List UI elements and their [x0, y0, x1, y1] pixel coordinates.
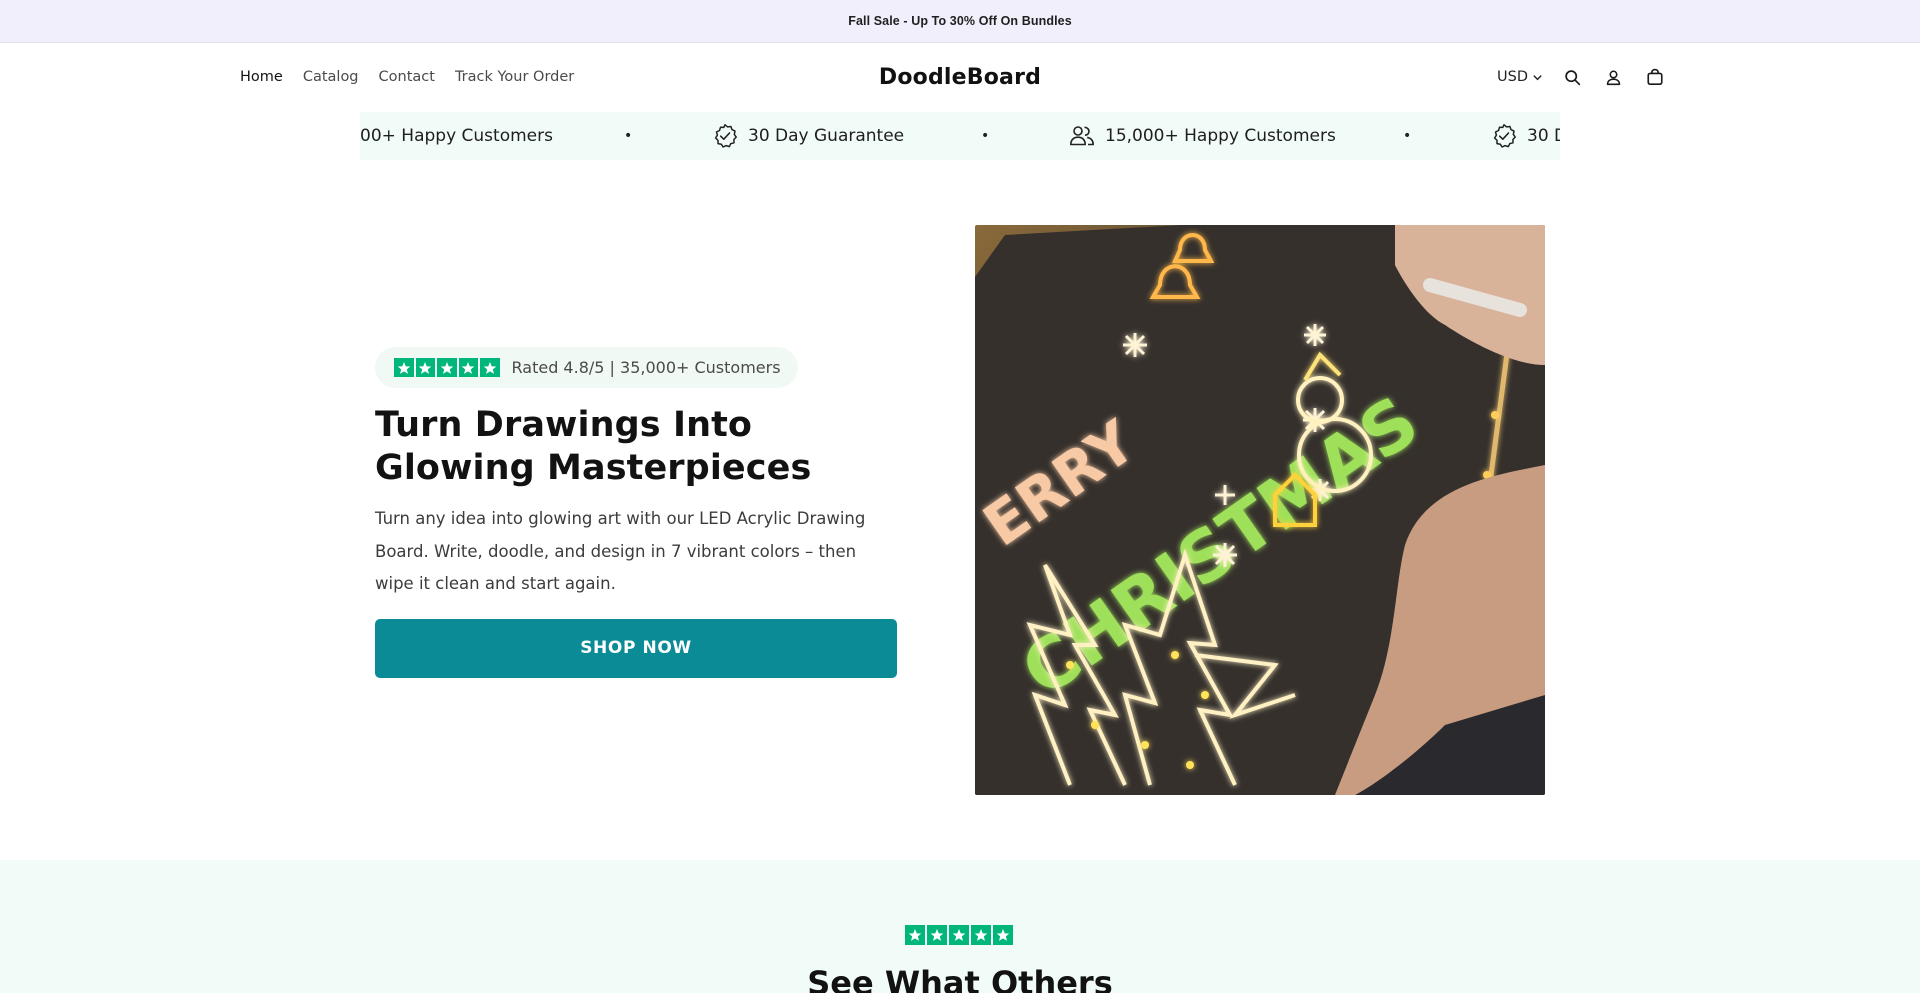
star-icon [949, 925, 969, 945]
search-button[interactable] [1561, 65, 1585, 89]
search-icon [1565, 69, 1581, 85]
rating-badge: Rated 4.8/5 | 35,000+ Customers [375, 347, 798, 388]
shop-now-button[interactable]: SHOP NOW [375, 618, 897, 678]
star-icon [394, 357, 414, 378]
chevron-down-icon [1533, 74, 1542, 80]
star-icon [458, 357, 478, 378]
reviews-heading: See What Others [807, 964, 1113, 993]
hero-product-image: ERRY CHRISTMAS [975, 225, 1545, 795]
star-icon [993, 925, 1013, 945]
badge-check-icon [1493, 124, 1516, 148]
star-icon [415, 357, 435, 378]
trustpilot-stars [394, 357, 500, 378]
currency-value: USD [1497, 69, 1528, 85]
trust-separator: • [1403, 128, 1412, 144]
header-tools: USD [1497, 44, 1684, 110]
trust-item-guarantee-partial: 30 D [1491, 112, 1560, 160]
brand-logo[interactable]: DoodleBoard [879, 65, 1041, 90]
nav-home[interactable]: Home [240, 69, 283, 85]
nav-contact[interactable]: Contact [379, 69, 435, 85]
user-icon [1607, 70, 1621, 85]
cart-button[interactable] [1643, 65, 1667, 89]
currency-selector[interactable]: USD [1497, 69, 1543, 85]
trust-item-customers-partial: 00+ Happy Customers [360, 126, 553, 146]
star-icon [480, 357, 500, 378]
trust-item-guarantee: 30 Day Guarantee [712, 112, 904, 160]
trust-item-happy-customers: 15,000+ Happy Customers [1069, 112, 1336, 160]
trust-separator: • [624, 128, 633, 144]
hero-title: Turn Drawings Into Glowing Masterpieces [375, 405, 812, 488]
announcement-bar: Fall Sale - Up To 30% Off On Bundles [0, 0, 1920, 43]
hero-description: Turn any idea into glowing art with our … [375, 509, 866, 593]
site-header: Home Catalog Contact Track Your Order Do… [0, 44, 1920, 110]
led-drawing-board-illustration: ERRY CHRISTMAS [975, 225, 1545, 795]
trust-marquee: 00+ Happy Customers • 30 Day Guarantee •… [360, 112, 1560, 160]
trust-separator: • [981, 128, 990, 144]
badge-check-icon [714, 124, 737, 148]
reviews-section: See What Others [0, 860, 1920, 993]
star-icon [437, 357, 457, 378]
nav-catalog[interactable]: Catalog [303, 69, 359, 85]
star-icon [927, 925, 947, 945]
people-icon [1070, 126, 1094, 146]
star-icon [905, 925, 925, 945]
rating-text: Rated 4.8/5 | 35,000+ Customers [511, 358, 781, 377]
main-nav: Home Catalog Contact Track Your Order [240, 44, 574, 110]
nav-track-order[interactable]: Track Your Order [455, 69, 574, 85]
star-icon [971, 925, 991, 945]
hero-content: Rated 4.8/5 | 35,000+ Customers Turn Dra… [375, 347, 900, 678]
account-button[interactable] [1602, 65, 1626, 89]
reviews-stars [905, 925, 1013, 945]
shopping-bag-icon [1647, 68, 1663, 86]
announcement-text: Fall Sale - Up To 30% Off On Bundles [848, 14, 1072, 28]
